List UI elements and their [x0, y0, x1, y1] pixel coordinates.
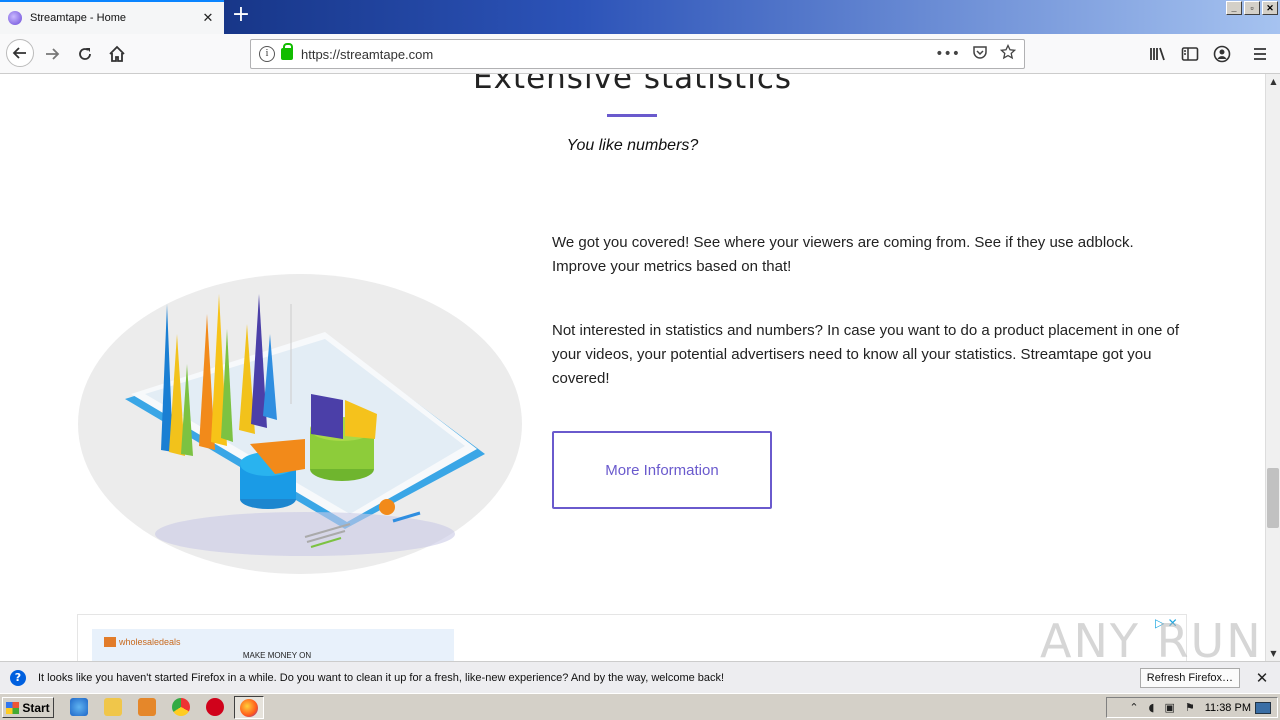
windows-taskbar: Start ⌃ ◖ ▣ ⚑ 11:38 PM: [0, 693, 1280, 720]
internet-explorer-icon[interactable]: [70, 698, 88, 716]
window-controls: _ ▫ ✕: [1226, 1, 1278, 15]
lock-icon: [281, 43, 293, 60]
section-title: Extensive statistics: [472, 74, 793, 96]
library-icon: [1150, 47, 1165, 61]
advertisement-banner[interactable]: wholesaledeals MAKE MONEY ON: [77, 614, 1187, 661]
anyrun-watermark: ANY RUN: [1040, 614, 1263, 661]
start-label: Start: [22, 700, 50, 715]
ad-brand: wholesaledeals: [119, 637, 181, 647]
statistics-illustration: [78, 274, 522, 574]
navigation-bar: i https://streamtape.com •••: [0, 34, 1280, 74]
scroll-up-arrow-icon[interactable]: ▲: [1266, 74, 1280, 89]
volume-icon[interactable]: ◖: [1149, 701, 1155, 714]
sidebar-icon: [1181, 47, 1199, 61]
refresh-firefox-button[interactable]: Refresh Firefox…: [1139, 667, 1240, 688]
opera-icon[interactable]: [206, 698, 224, 716]
start-button[interactable]: Start: [2, 697, 54, 718]
streamtape-favicon-icon: [8, 11, 22, 25]
sidebar-button[interactable]: [1178, 42, 1202, 66]
close-window-button[interactable]: ✕: [1262, 1, 1278, 15]
title-bar: Streamtape - Home ✕ + _ ▫ ✕: [0, 0, 1280, 34]
back-button[interactable]: [6, 39, 34, 67]
new-tab-button[interactable]: +: [230, 4, 252, 27]
statistics-paragraph-2: Not interested in statistics and numbers…: [552, 322, 1180, 387]
ad-content[interactable]: wholesaledeals MAKE MONEY ON: [92, 629, 454, 661]
title-underline: [607, 114, 657, 117]
home-icon: [109, 45, 125, 62]
account-button[interactable]: [1210, 42, 1234, 66]
folder-icon[interactable]: [104, 698, 122, 716]
minimize-button[interactable]: _: [1226, 1, 1242, 15]
scroll-down-arrow-icon[interactable]: ▼: [1266, 646, 1280, 661]
tab-close-icon[interactable]: ✕: [200, 11, 216, 26]
reload-icon: [79, 48, 91, 60]
system-tray: ⌃ ◖ ▣ ⚑ 11:38 PM: [1106, 697, 1278, 718]
page-content: Extensive statistics You like numbers? W…: [0, 74, 1265, 661]
action-center-flag-icon[interactable]: ⚑: [1185, 701, 1195, 714]
firefox-icon: [240, 699, 258, 717]
more-information-button[interactable]: More Information: [552, 431, 772, 509]
pocket-icon[interactable]: [972, 44, 988, 64]
wholesale-deals-logo-icon: [104, 637, 116, 647]
arrow-left-icon: [12, 47, 26, 59]
restore-button[interactable]: ▫: [1244, 1, 1260, 15]
question-icon: ?: [10, 669, 26, 686]
url-bar[interactable]: i https://streamtape.com •••: [250, 39, 1025, 69]
notification-text: It looks like you haven't started Firefo…: [38, 671, 725, 684]
ad-logo: wholesaledeals: [104, 637, 181, 647]
site-info-icon[interactable]: i: [259, 46, 275, 62]
statistics-paragraph-1: We got you covered! See where your viewe…: [552, 234, 1134, 275]
page-scrollbar[interactable]: ▲ ▼: [1265, 74, 1280, 661]
taskbar-clock: 11:38 PM: [1204, 701, 1251, 714]
url-text[interactable]: https://streamtape.com: [301, 47, 923, 62]
section-subtitle: You like numbers?: [566, 137, 699, 154]
chrome-icon[interactable]: [172, 698, 190, 716]
firefox-refresh-notification: ? It looks like you haven't started Fire…: [0, 661, 1280, 693]
bookmark-star-icon[interactable]: [999, 43, 1017, 64]
firefox-taskbar-button[interactable]: [234, 696, 264, 719]
show-desktop-icon[interactable]: [1255, 702, 1271, 714]
tray-expand-icon[interactable]: ⌃: [1129, 701, 1138, 714]
home-button[interactable]: [105, 42, 129, 66]
reload-button[interactable]: [73, 42, 97, 66]
browser-tab[interactable]: Streamtape - Home ✕: [0, 0, 224, 34]
library-button[interactable]: [1146, 42, 1170, 66]
hamburger-menu-icon: [1254, 48, 1266, 60]
media-player-icon[interactable]: [138, 698, 156, 716]
tab-title: Streamtape - Home: [30, 12, 126, 24]
windows-logo-icon: [6, 701, 20, 714]
menu-button[interactable]: [1248, 42, 1272, 66]
notification-close-icon[interactable]: ✕: [1254, 669, 1270, 687]
account-icon: [1213, 45, 1231, 63]
ad-text: MAKE MONEY ON: [242, 651, 312, 660]
network-icon[interactable]: ▣: [1164, 701, 1174, 714]
scrollbar-thumb[interactable]: [1267, 468, 1279, 528]
page-actions-icon[interactable]: •••: [935, 46, 960, 62]
forward-button[interactable]: [40, 42, 64, 66]
arrow-right-icon: [46, 48, 60, 60]
